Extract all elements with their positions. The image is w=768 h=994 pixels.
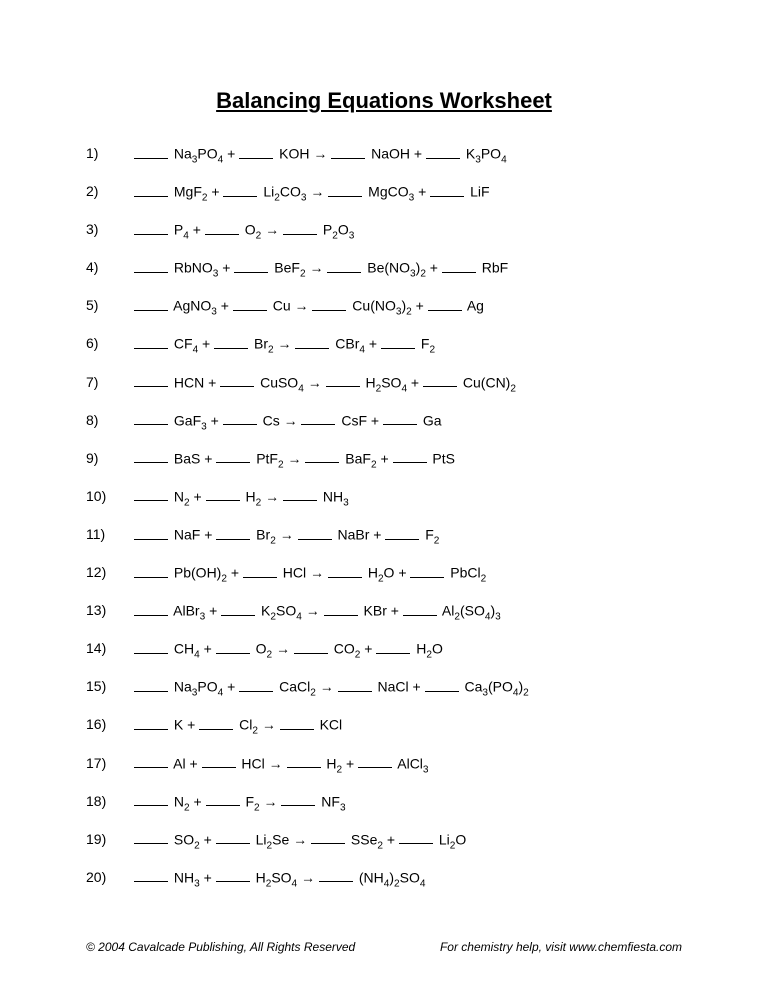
- arrow-icon: →: [276, 641, 290, 657]
- equation-row: 18) N2 + F2 → NF3: [86, 794, 682, 809]
- equation-body: HCN + CuSO4 → H2SO4 + Cu(CN)2: [134, 375, 516, 390]
- arrow-icon: →: [295, 298, 309, 314]
- equation-body: Pb(OH)2 + HCl → H2O + PbCl2: [134, 565, 486, 580]
- equation-number: 16): [86, 717, 134, 732]
- equation-number: 2): [86, 184, 134, 199]
- equation-number: 15): [86, 679, 134, 694]
- worksheet-page: Balancing Equations Worksheet 1) Na3PO4 …: [0, 0, 768, 948]
- equation-row: 7) HCN + CuSO4 → H2SO4 + Cu(CN)2: [86, 375, 682, 390]
- arrow-icon: →: [287, 450, 301, 466]
- footer-copyright: © 2004 Cavalcade Publishing, All Rights …: [86, 940, 355, 954]
- equation-body: AlBr3 + K2SO4 → KBr + Al2(SO4)3: [134, 603, 501, 618]
- equation-body: NaF + Br2 → NaBr + F2: [134, 527, 439, 542]
- equation-body: Na3PO4 + KOH → NaOH + K3PO4: [134, 146, 507, 161]
- equation-row: 15) Na3PO4 + CaCl2 → NaCl + Ca3(PO4)2: [86, 679, 682, 694]
- equation-number: 20): [86, 870, 134, 885]
- equation-number: 18): [86, 794, 134, 809]
- equation-number: 9): [86, 451, 134, 466]
- equation-number: 8): [86, 413, 134, 428]
- equation-row: 16) K + Cl2 → KCl: [86, 717, 682, 732]
- arrow-icon: →: [280, 527, 294, 543]
- arrow-icon: →: [284, 412, 298, 428]
- equation-row: 20) NH3 + H2SO4 → (NH4)2SO4: [86, 870, 682, 885]
- equation-row: 4) RbNO3 + BeF2 → Be(NO3)2 + RbF: [86, 260, 682, 275]
- equation-number: 3): [86, 222, 134, 237]
- arrow-icon: →: [320, 679, 334, 695]
- equation-number: 17): [86, 756, 134, 771]
- equation-number: 4): [86, 260, 134, 275]
- equation-body: MgF2 + Li2CO3 → MgCO3 + LiF: [134, 184, 490, 199]
- equation-row: 6) CF4 + Br2 → CBr4 + F2: [86, 336, 682, 351]
- equation-row: 3) P4 + O2 → P2O3: [86, 222, 682, 237]
- equation-row: 17) Al + HCl → H2 + AlCl3: [86, 756, 682, 771]
- equation-body: CF4 + Br2 → CBr4 + F2: [134, 336, 435, 351]
- equation-list: 1) Na3PO4 + KOH → NaOH + K3PO4 2) MgF2 + …: [86, 146, 682, 884]
- equation-body: K + Cl2 → KCl: [134, 717, 342, 732]
- equation-body: P4 + O2 → P2O3: [134, 222, 354, 237]
- equation-number: 5): [86, 298, 134, 313]
- equation-body: NH3 + H2SO4 → (NH4)2SO4: [134, 870, 425, 885]
- equation-body: N2 + F2 → NF3: [134, 794, 346, 809]
- equation-row: 8) GaF3 + Cs → CsF + Ga: [86, 413, 682, 428]
- arrow-icon: →: [308, 374, 322, 390]
- equation-row: 13) AlBr3 + K2SO4 → KBr + Al2(SO4)3: [86, 603, 682, 618]
- arrow-icon: →: [309, 260, 323, 276]
- equation-row: 1) Na3PO4 + KOH → NaOH + K3PO4: [86, 146, 682, 161]
- arrow-icon: →: [313, 146, 327, 162]
- arrow-icon: →: [306, 603, 320, 619]
- equation-row: 12) Pb(OH)2 + HCl → H2O + PbCl2: [86, 565, 682, 580]
- arrow-icon: →: [310, 184, 324, 200]
- equation-body: Al + HCl → H2 + AlCl3: [134, 756, 429, 771]
- equation-row: 14) CH4 + O2 → CO2 + H2O: [86, 641, 682, 656]
- arrow-icon: →: [265, 488, 279, 504]
- arrow-icon: →: [269, 755, 283, 771]
- equation-row: 9) BaS + PtF2 → BaF2 + PtS: [86, 451, 682, 466]
- arrow-icon: →: [301, 869, 315, 885]
- equation-row: 19) SO2 + Li2Se → SSe2 + Li2O: [86, 832, 682, 847]
- arrow-icon: →: [293, 831, 307, 847]
- equation-number: 13): [86, 603, 134, 618]
- arrow-icon: →: [310, 565, 324, 581]
- equation-body: RbNO3 + BeF2 → Be(NO3)2 + RbF: [134, 260, 508, 275]
- arrow-icon: →: [278, 336, 292, 352]
- equation-row: 2) MgF2 + Li2CO3 → MgCO3 + LiF: [86, 184, 682, 199]
- arrow-icon: →: [262, 717, 276, 733]
- equation-row: 5) AgNO3 + Cu → Cu(NO3)2 + Ag: [86, 298, 682, 313]
- equation-number: 12): [86, 565, 134, 580]
- page-title: Balancing Equations Worksheet: [86, 88, 682, 114]
- equation-number: 11): [86, 527, 134, 542]
- equation-number: 1): [86, 146, 134, 161]
- equation-row: 11) NaF + Br2 → NaBr + F2: [86, 527, 682, 542]
- equation-body: GaF3 + Cs → CsF + Ga: [134, 413, 442, 428]
- page-footer: © 2004 Cavalcade Publishing, All Rights …: [86, 940, 682, 954]
- equation-body: SO2 + Li2Se → SSe2 + Li2O: [134, 832, 466, 847]
- arrow-icon: →: [265, 222, 279, 238]
- arrow-icon: →: [264, 793, 278, 809]
- equation-number: 14): [86, 641, 134, 656]
- equation-body: BaS + PtF2 → BaF2 + PtS: [134, 451, 455, 466]
- equation-number: 6): [86, 336, 134, 351]
- equation-row: 10) N2 + H2 → NH3: [86, 489, 682, 504]
- footer-help: For chemistry help, visit www.chemfiesta…: [440, 940, 682, 954]
- equation-body: Na3PO4 + CaCl2 → NaCl + Ca3(PO4)2: [134, 679, 529, 694]
- equation-body: N2 + H2 → NH3: [134, 489, 349, 504]
- equation-body: AgNO3 + Cu → Cu(NO3)2 + Ag: [134, 298, 484, 313]
- equation-number: 19): [86, 832, 134, 847]
- equation-number: 7): [86, 375, 134, 390]
- equation-body: CH4 + O2 → CO2 + H2O: [134, 641, 443, 656]
- equation-number: 10): [86, 489, 134, 504]
